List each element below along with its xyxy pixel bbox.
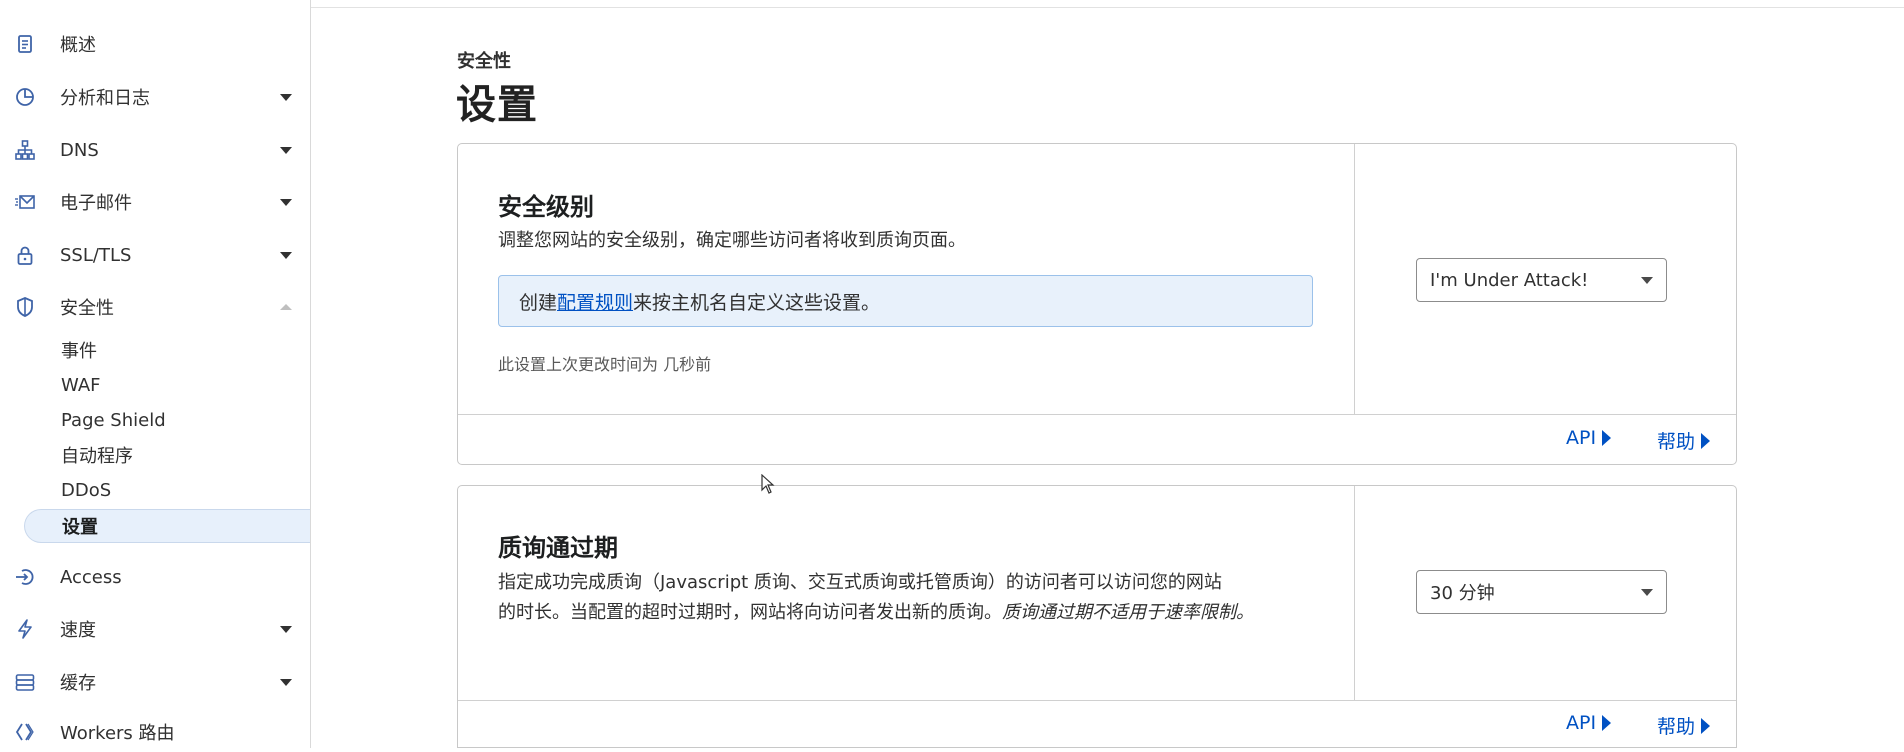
card-divider [458,414,1736,415]
chevron-down-icon [1641,589,1653,596]
sidebar-item-label: 概述 [60,35,96,56]
clipboard-icon [14,33,36,55]
help-link[interactable]: 帮助 [1657,427,1711,454]
sidebar-item-label: 安全性 [60,298,114,319]
triangle-right-icon [1701,432,1711,449]
shield-icon [14,296,36,318]
card-divider [458,700,1736,701]
triangle-right-icon [1602,715,1612,731]
mouse-cursor-icon [761,474,775,494]
access-icon [14,566,36,588]
security-level-card: 安全级别 调整您网站的安全级别，确定哪些访问者将收到质询页面。 创建 配置规则 来按… [457,143,1737,465]
sidebar-item-label: DNS [60,139,99,161]
sidebar-item-label: 缓存 [60,673,96,694]
api-link[interactable]: API [1566,427,1612,449]
cache-icon [14,671,36,693]
challenge-passage-card: 质询通过期 指定成功完成质询（Javascript 质询、交互式质询或托管质询）… [457,485,1737,748]
chevron-down-icon [1641,277,1653,284]
last-modified-text: 此设置上次更改时间为 几秒前 [498,355,712,374]
sidebar-subitem-events[interactable]: 事件 [24,333,310,367]
chevron-down-icon [280,93,292,101]
network-icon [14,139,36,161]
chevron-up-icon [280,304,292,310]
sidebar-item-workers-routes[interactable]: Workers 路由 [0,712,310,752]
card-divider [1354,486,1355,700]
security-level-select[interactable]: I'm Under Attack! [1416,258,1667,302]
pie-chart-icon [14,86,36,108]
mail-icon [14,191,36,213]
sidebar-subitem-waf[interactable]: WAF [24,368,310,402]
chevron-down-icon [280,625,292,633]
chevron-down-icon [280,678,292,686]
select-value: I'm Under Attack! [1430,269,1589,291]
sidebar-item-ssl-tls[interactable]: SSL/TLS [0,235,310,275]
workers-icon [14,721,36,743]
sidebar-item-speed[interactable]: 速度 [0,609,310,649]
sidebar-item-overview[interactable]: 概述 [0,24,310,64]
api-link[interactable]: API [1566,712,1612,734]
card-title: 质询通过期 [498,534,618,562]
card-description: 指定成功完成质询（Javascript 质询、交互式质询或托管质询）的访问者可以… [498,572,1254,623]
sidebar-item-email[interactable]: 电子邮件 [0,182,310,222]
chevron-down-icon [280,146,292,154]
banner-text: 创建 [519,291,558,314]
page-title: 设置 [456,82,538,128]
sidebar-item-dns[interactable]: DNS [0,130,310,170]
banner-text: 来按主机名自定义这些设置。 [633,291,881,314]
select-value: 30 分钟 [1430,583,1495,604]
top-divider [311,7,1904,8]
sidebar-item-label: 分析和日志 [60,88,150,109]
sidebar-item-label: Workers 路由 [60,723,175,744]
sidebar-item-analytics[interactable]: 分析和日志 [0,77,310,117]
sidebar-subitem-ddos[interactable]: DDoS [24,473,310,507]
sidebar-item-label: 电子邮件 [60,193,132,214]
sidebar-item-label: SSL/TLS [60,244,132,266]
lock-icon [14,244,36,266]
card-title: 安全级别 [498,193,594,221]
sidebar-item-security[interactable]: 安全性 [0,287,310,327]
sidebar-item-cache[interactable]: 缓存 [0,662,310,702]
chevron-down-icon [280,198,292,206]
sidebar-subitem-bots[interactable]: 自动程序 [24,438,310,472]
info-banner: 创建 配置规则 来按主机名自定义这些设置。 [498,275,1313,327]
help-link[interactable]: 帮助 [1657,712,1711,739]
config-rules-link[interactable]: 配置规则 [557,288,633,315]
card-divider [1354,144,1355,414]
sidebar-item-label: Access [60,566,122,588]
breadcrumb: 安全性 [457,51,511,72]
bolt-icon [14,618,36,640]
triangle-right-icon [1701,717,1711,734]
sidebar-subitem-settings[interactable]: 设置 [24,509,310,543]
sidebar-subitem-page-shield[interactable]: Page Shield [24,403,310,437]
card-description: 调整您网站的安全级别，确定哪些访问者将收到质询页面。 [498,230,966,251]
sidebar-item-label: 速度 [60,620,96,641]
sidebar-item-access[interactable]: Access [0,557,310,597]
challenge-passage-select[interactable]: 30 分钟 [1416,570,1667,614]
chevron-down-icon [280,251,292,259]
triangle-right-icon [1602,430,1612,446]
sidebar: 概述 分析和日志 DNS 电子邮件 SSL/TLS 安全性 事件 WAF Pag… [0,0,311,748]
